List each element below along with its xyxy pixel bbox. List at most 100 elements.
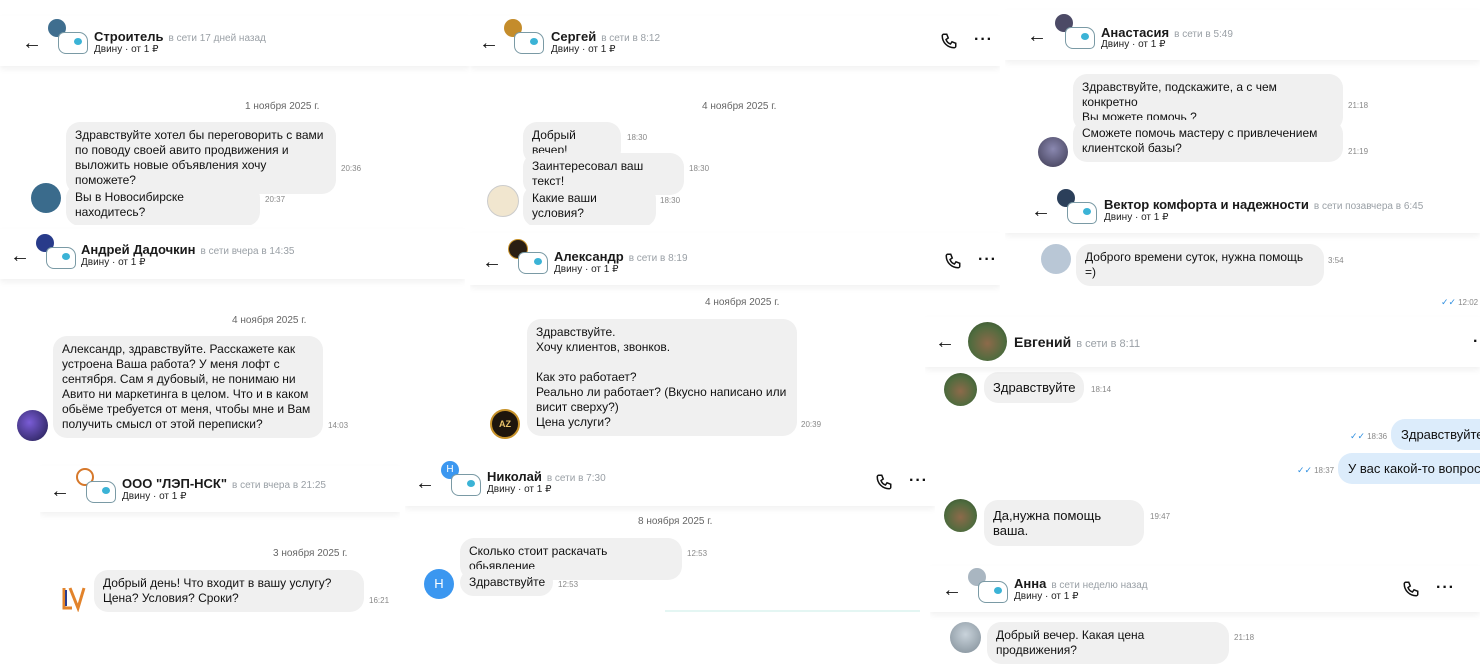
back-arrow-icon[interactable]: ← [479, 33, 499, 53]
contact-subtitle: Двину · от 1 ₽ [551, 44, 616, 55]
message-time: 21:18 [1234, 633, 1255, 642]
online-status: в сети позавчера в 6:45 [1313, 201, 1424, 212]
contact-subtitle: Двину · от 1 ₽ [1014, 591, 1079, 602]
contact-name[interactable]: Евгений в сети в 8:11 [1014, 335, 1140, 352]
message-bubble: Да,нужна помощь ваша. [984, 500, 1144, 546]
avatar-initials: AZ [499, 419, 511, 429]
chat-header: ← Анастасия в сети в 5:49 Двину · от 1 ₽ [1005, 10, 1480, 60]
avatar[interactable] [968, 568, 1008, 603]
contact-subtitle: Двину · от 1 ₽ [1104, 212, 1169, 223]
message-bubble: Сможете помочь мастеру с привлечением кл… [1073, 120, 1343, 162]
back-arrow-icon[interactable]: ← [942, 580, 962, 600]
contact-subtitle: Двину · от 1 ₽ [554, 264, 619, 275]
phone-icon[interactable] [944, 252, 962, 270]
chat-header: ← Н Николай в сети в 7:30 Двину · от 1 ₽ … [405, 460, 935, 506]
avatar[interactable] [968, 322, 1007, 361]
chat-stroitel: ← Строитель в сети 17 дней назад Двину · … [0, 0, 470, 225]
more-icon[interactable]: ··· [978, 252, 997, 268]
message-bubble-outgoing: Здравствуйте [1391, 419, 1480, 450]
chat-evgeniy: ← Евгений в сети в 8:11 · Здравствуйте 18… [925, 315, 1480, 560]
contact-subtitle: Двину · от 1 ₽ [81, 257, 146, 268]
back-arrow-icon[interactable]: ← [1031, 201, 1051, 221]
date-separator: 8 ноября 2025 г. [638, 516, 713, 527]
message-time: 19:47 [1150, 512, 1171, 521]
avatar[interactable]: Н [441, 461, 481, 496]
chat-vektor: ← Вектор комфорта и надежности в сети поз… [1005, 185, 1480, 315]
chat-header: ← Александр в сети в 8:19 Двину · от 1 ₽ … [470, 233, 1000, 285]
chat-header: ← Строитель в сети 17 дней назад Двину · … [0, 16, 470, 66]
phone-icon[interactable] [940, 32, 958, 50]
back-arrow-icon[interactable]: ← [50, 481, 70, 501]
message-time: 21:19 [1348, 147, 1369, 156]
back-arrow-icon[interactable]: ← [1027, 26, 1047, 46]
message-time: ✓✓ 18:36 [1350, 431, 1388, 441]
message-time: 12:53 [558, 580, 579, 589]
message-time: 14:03 [328, 421, 349, 430]
avatar[interactable] [1055, 14, 1095, 49]
more-icon[interactable]: ··· [1436, 580, 1455, 596]
avatar-initials: Н [434, 576, 444, 591]
read-ticks-icon: ✓✓ [1441, 297, 1457, 307]
sender-avatar [1038, 137, 1068, 167]
avatar[interactable] [1057, 189, 1097, 224]
date-separator: 1 ноября 2025 г. [245, 101, 320, 112]
message-bubble: Здравствуйте [984, 372, 1084, 403]
sender-avatar [1041, 244, 1071, 274]
chat-header: ← Вектор комфорта и надежности в сети поз… [1005, 185, 1480, 233]
avatar[interactable] [36, 234, 76, 269]
phone-icon[interactable] [1402, 580, 1420, 598]
chat-nikolay: ← Н Николай в сети в 7:30 Двину · от 1 ₽ … [405, 460, 935, 671]
back-arrow-icon[interactable]: ← [415, 473, 435, 493]
sender-avatar [31, 183, 61, 213]
contact-subtitle: Двину · от 1 ₽ [487, 484, 552, 495]
message-time: ✓✓ 18:37 [1297, 465, 1335, 475]
online-status: в сети в 8:12 [601, 33, 661, 44]
message-time: 16:21 [369, 596, 390, 605]
read-ticks-icon: ✓✓ [1350, 431, 1366, 441]
chat-lep: ← ООО "ЛЭП-НСК" в сети вчера в 21:25 Двин… [40, 460, 400, 671]
message-time: 3:54 [1328, 256, 1344, 265]
message-bubble: Здравствуйте [460, 569, 553, 596]
more-icon[interactable]: · [1473, 334, 1479, 350]
message-time: 12:53 [687, 549, 708, 558]
sender-avatar [487, 185, 519, 217]
chat-sergey: ← Сергей в сети в 8:12 Двину · от 1 ₽ ···… [470, 0, 1000, 225]
more-icon[interactable]: ··· [909, 473, 928, 489]
sender-avatar [17, 410, 48, 441]
chat-header: ← Сергей в сети в 8:12 Двину · от 1 ₽ ··· [470, 16, 1000, 66]
read-ticks-icon: ✓✓ [1297, 465, 1313, 475]
message-time: 20:36 [341, 164, 362, 173]
message-bubble-outgoing: У вас какой-то вопрос? [1338, 453, 1480, 484]
message-bubble: Какие ваши условия? [523, 185, 656, 225]
avatar[interactable] [48, 19, 88, 54]
message-time: 18:14 [1091, 385, 1112, 394]
message-bubble: Вы в Новосибирске находитесь? [66, 184, 260, 225]
sender-avatar: AZ [490, 409, 520, 439]
avatar[interactable] [508, 239, 548, 274]
more-icon[interactable]: ··· [974, 32, 993, 48]
message-bubble: Здравствуйте. Хочу клиентов, звонков. Ка… [527, 319, 797, 436]
message-time: 20:37 [265, 195, 286, 204]
chat-dadochkin: ← Андрей Дадочкин в сети вчера в 14:35 Дв… [0, 225, 465, 460]
sender-avatar [944, 373, 977, 406]
chat-anastasia: ← Анастасия в сети в 5:49 Двину · от 1 ₽ … [1005, 0, 1480, 185]
back-arrow-icon[interactable]: ← [22, 33, 42, 53]
divider [665, 610, 920, 612]
online-status: в сети 17 дней назад [168, 33, 266, 44]
chat-header: ← ООО "ЛЭП-НСК" в сети вчера в 21:25 Двин… [40, 466, 400, 512]
contact-subtitle: Двину · от 1 ₽ [122, 491, 187, 502]
message-bubble: Добрый день! Что входит в вашу услугу? Ц… [94, 570, 364, 612]
back-arrow-icon[interactable]: ← [935, 332, 955, 352]
message-time: 18:30 [627, 133, 648, 142]
online-status: в сети вчера в 14:35 [200, 246, 295, 257]
sender-avatar: Н [424, 569, 454, 599]
back-arrow-icon[interactable]: ← [482, 252, 502, 272]
avatar[interactable] [504, 19, 544, 54]
date-separator: 3 ноября 2025 г. [273, 548, 348, 559]
contact-subtitle: Двину · от 1 ₽ [94, 44, 159, 55]
back-arrow-icon[interactable]: ← [10, 246, 30, 266]
chat-anna: ← Анна в сети неделю назад Двину · от 1 ₽… [930, 560, 1480, 671]
message-time: 21:18 [1348, 101, 1369, 110]
phone-icon[interactable] [875, 473, 893, 491]
avatar[interactable] [76, 468, 116, 503]
